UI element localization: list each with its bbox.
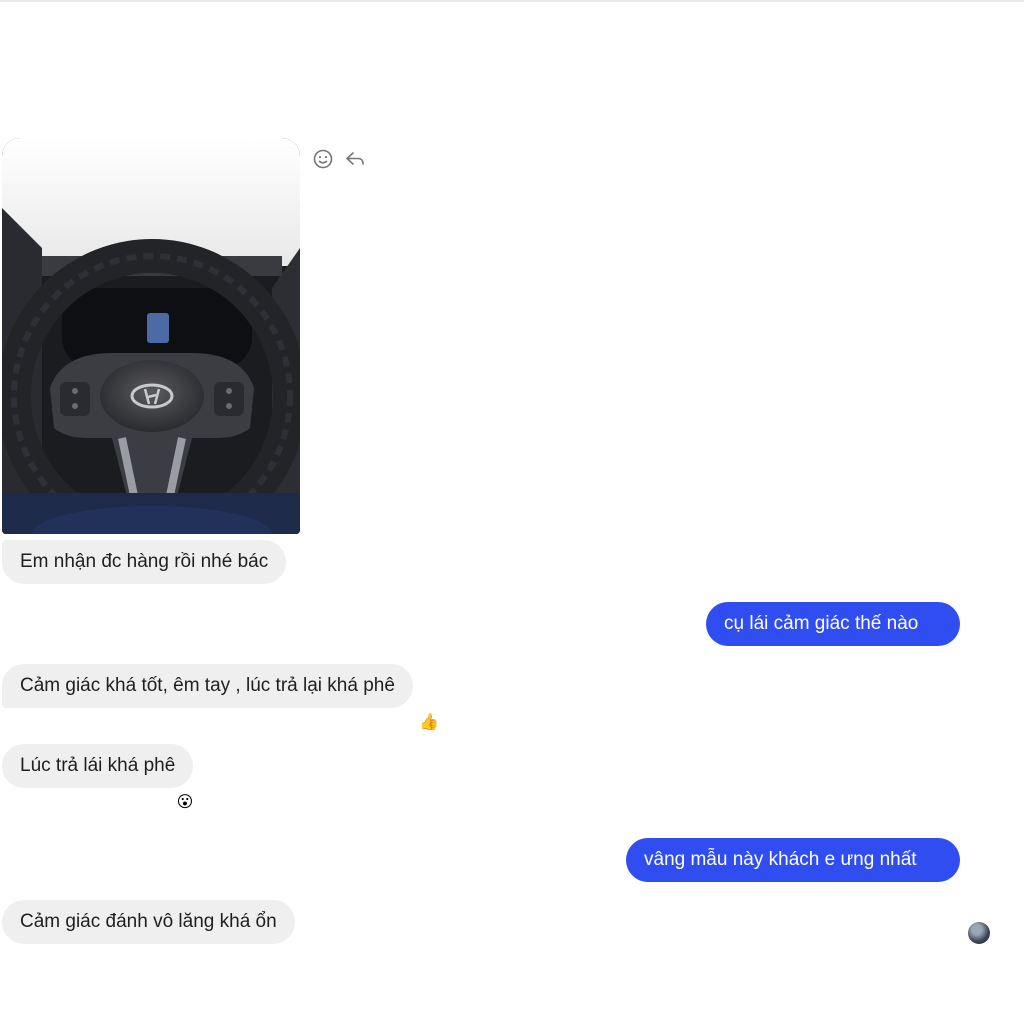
message-text: Cảm giác đánh vô lăng khá ổn — [20, 911, 277, 932]
reply-icon[interactable] — [344, 148, 366, 170]
top-divider — [0, 0, 1024, 2]
message-incoming[interactable]: Cảm giác đánh vô lăng khá ổn — [2, 900, 295, 944]
message-text: Em nhận đc hàng rồi nhé bác — [20, 551, 269, 572]
message-incoming[interactable]: Em nhận đc hàng rồi nhé bác — [2, 540, 287, 584]
message-text: cụ lái cảm giác thế nào — [724, 613, 919, 634]
message-incoming[interactable]: Lúc trả lái khá phê — [2, 744, 194, 788]
message-outgoing[interactable]: cụ lái cảm giác thế nào — [706, 602, 960, 646]
message-text: Cảm giác khá tốt, êm tay , lúc trả lại k… — [20, 675, 395, 696]
seen-avatar — [968, 922, 990, 944]
message-outgoing[interactable]: vâng mẫu này khách e ưng nhất — [626, 838, 960, 882]
message-actions — [312, 148, 366, 170]
wow-reaction-icon[interactable]: 😮 — [174, 792, 196, 814]
steering-wheel-photo — [2, 138, 300, 534]
photo-attachment[interactable] — [2, 138, 300, 534]
message-text: Lúc trả lái khá phê — [20, 755, 176, 776]
message-incoming[interactable]: Cảm giác khá tốt, êm tay , lúc trả lại k… — [2, 664, 413, 708]
thumbs-up-reaction-icon[interactable]: 👍 — [418, 712, 440, 734]
message-text: vâng mẫu này khách e ưng nhất — [644, 849, 917, 870]
smiley-icon[interactable] — [312, 148, 334, 170]
